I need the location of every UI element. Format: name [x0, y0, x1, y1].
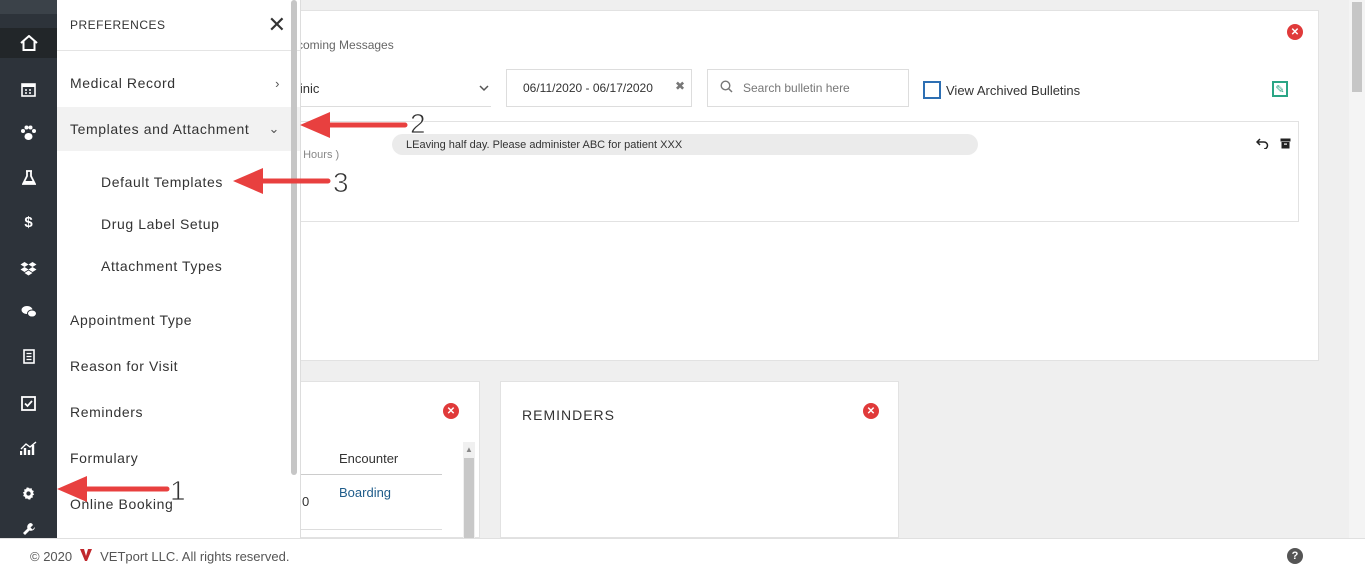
upcoming-messages-label: coming Messages [297, 38, 394, 52]
close-reminders-icon[interactable]: ✕ [863, 403, 879, 419]
encounter-partial-cell: 0 [302, 494, 310, 509]
menu-label: Medical Record [70, 75, 176, 91]
reminders-card: REMINDERS ✕ [500, 381, 899, 538]
menu-templates-and-attachment[interactable]: Templates and Attachment ⌄ [57, 107, 300, 151]
checkbox-icon[interactable] [0, 388, 57, 418]
flask-icon[interactable] [0, 163, 57, 193]
bulletin-hours: . Hours ) [297, 149, 340, 161]
encounter-card: ✕ Encounter 0 Boarding ▲ [296, 381, 480, 539]
copyright-text: © 2020 [30, 549, 73, 564]
menu-drug-label-setup[interactable]: Drug Label Setup [57, 202, 300, 246]
undo-icon[interactable] [1255, 137, 1269, 152]
preferences-drawer: PREFERENCES ✕ Medical Record › Templates… [57, 0, 301, 538]
bulletin-message: LEaving half day. Please administer ABC … [392, 134, 978, 155]
menu-formulary[interactable]: Formulary [57, 436, 300, 480]
clear-date-icon[interactable]: ✖ [675, 79, 685, 93]
header-divider [297, 474, 442, 475]
menu-appointment-type[interactable]: Appointment Type [57, 298, 300, 342]
menu-reason-for-visit[interactable]: Reason for Visit [57, 344, 300, 388]
date-range-value: 06/11/2020 - 06/17/2020 [523, 81, 653, 95]
menu-label: Templates and Attachment [70, 121, 250, 137]
menu-online-booking[interactable]: Online Booking [57, 482, 300, 526]
chevron-down-icon: ⌄ [268, 121, 280, 136]
wrench-icon[interactable] [0, 522, 57, 538]
menu-medical-record[interactable]: Medical Record › [57, 61, 300, 105]
rail-top-strip [0, 0, 57, 14]
help-icon[interactable]: ? [1287, 548, 1303, 564]
view-archived-label: View Archived Bulletins [946, 82, 1081, 98]
icon-rail: $ [0, 0, 57, 538]
dropbox-icon[interactable] [0, 253, 57, 283]
home-icon[interactable] [0, 28, 57, 58]
scroll-up-icon[interactable]: ▲ [465, 445, 473, 454]
chevron-down-icon [479, 81, 489, 95]
chat-icon[interactable] [0, 297, 57, 327]
page-scroll-thumb[interactable] [1352, 2, 1362, 92]
search-icon [720, 80, 733, 96]
edit-icon[interactable]: ✎ [1272, 81, 1288, 97]
paw-icon[interactable] [0, 118, 57, 148]
close-encounter-icon[interactable]: ✕ [443, 403, 459, 419]
date-range-field[interactable]: 06/11/2020 - 06/17/2020 ✖ [506, 69, 692, 107]
calendar-icon[interactable] [0, 74, 57, 104]
encounter-column-header: Encounter [339, 451, 399, 466]
encounter-scroll-thumb[interactable] [464, 458, 474, 539]
archive-icon[interactable] [1280, 137, 1291, 152]
clinic-select[interactable]: linic [297, 70, 491, 107]
chart-icon[interactable] [0, 433, 57, 463]
chevron-right-icon: › [275, 75, 280, 91]
footer: © 2020 VETport LLC. All rights reserved. [0, 538, 1365, 574]
drawer-title: PREFERENCES [70, 18, 166, 32]
encounter-link-boarding[interactable]: Boarding [339, 485, 391, 500]
receipt-icon[interactable] [0, 341, 57, 371]
page-scrollbar[interactable] [1349, 0, 1365, 538]
search-bulletin-input[interactable] [743, 81, 893, 95]
gear-icon[interactable] [0, 478, 57, 508]
drawer-header: PREFERENCES ✕ [57, 0, 300, 51]
close-panel-icon[interactable]: ✕ [1287, 24, 1303, 40]
bulletin-panel: coming Messages ✕ linic 06/11/2020 - 06/… [296, 10, 1319, 361]
vetport-logo-icon [80, 549, 93, 564]
menu-attachment-types[interactable]: Attachment Types [57, 244, 300, 288]
row-divider [297, 529, 442, 530]
company-text: VETport LLC. All rights reserved. [100, 549, 290, 564]
menu-default-templates[interactable]: Default Templates [57, 160, 300, 204]
reminders-title: REMINDERS [522, 407, 616, 423]
encounter-scrollbar[interactable]: ▲ [463, 442, 475, 539]
view-archived-toggle[interactable]: View Archived Bulletins [923, 81, 1080, 99]
close-icon[interactable]: ✕ [268, 14, 286, 36]
menu-reminders[interactable]: Reminders [57, 390, 300, 434]
dollar-icon[interactable]: $ [0, 207, 57, 237]
drawer-scrollbar[interactable] [291, 0, 297, 475]
view-archived-checkbox[interactable] [923, 81, 941, 99]
search-bulletin-box[interactable] [707, 69, 909, 107]
